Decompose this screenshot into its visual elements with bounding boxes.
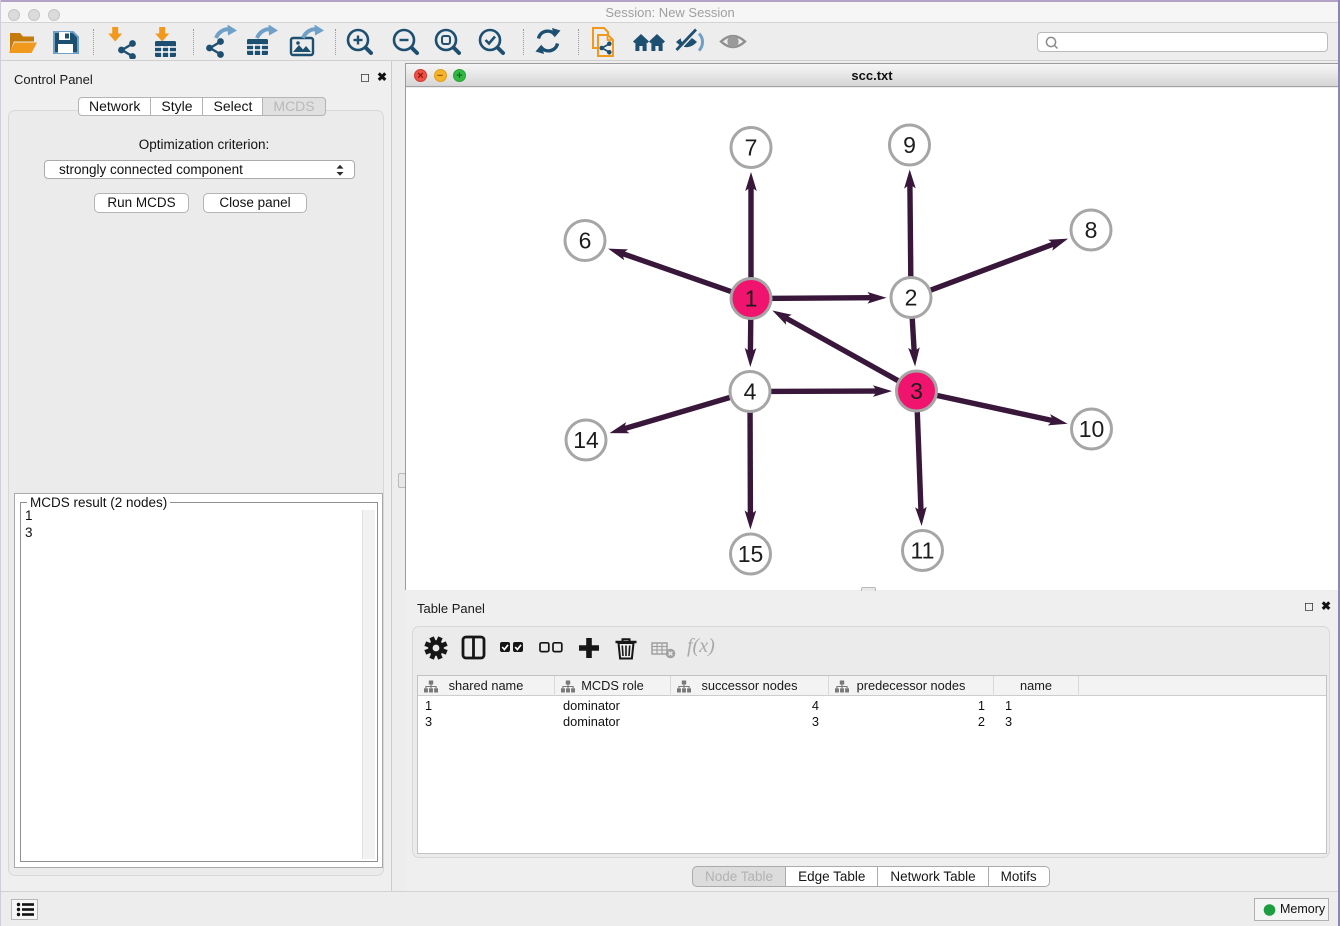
svg-text:6: 6 [579, 228, 592, 254]
svg-text:14: 14 [573, 427, 599, 453]
svg-text:11: 11 [911, 538, 935, 564]
svg-text:9: 9 [903, 132, 916, 158]
svg-text:1: 1 [745, 286, 758, 312]
svg-text:10: 10 [1079, 416, 1105, 442]
svg-text:4: 4 [744, 379, 757, 405]
svg-text:7: 7 [745, 135, 758, 161]
svg-text:2: 2 [905, 285, 918, 311]
svg-text:15: 15 [738, 541, 764, 567]
svg-text:3: 3 [910, 378, 923, 404]
svg-text:8: 8 [1085, 217, 1098, 243]
